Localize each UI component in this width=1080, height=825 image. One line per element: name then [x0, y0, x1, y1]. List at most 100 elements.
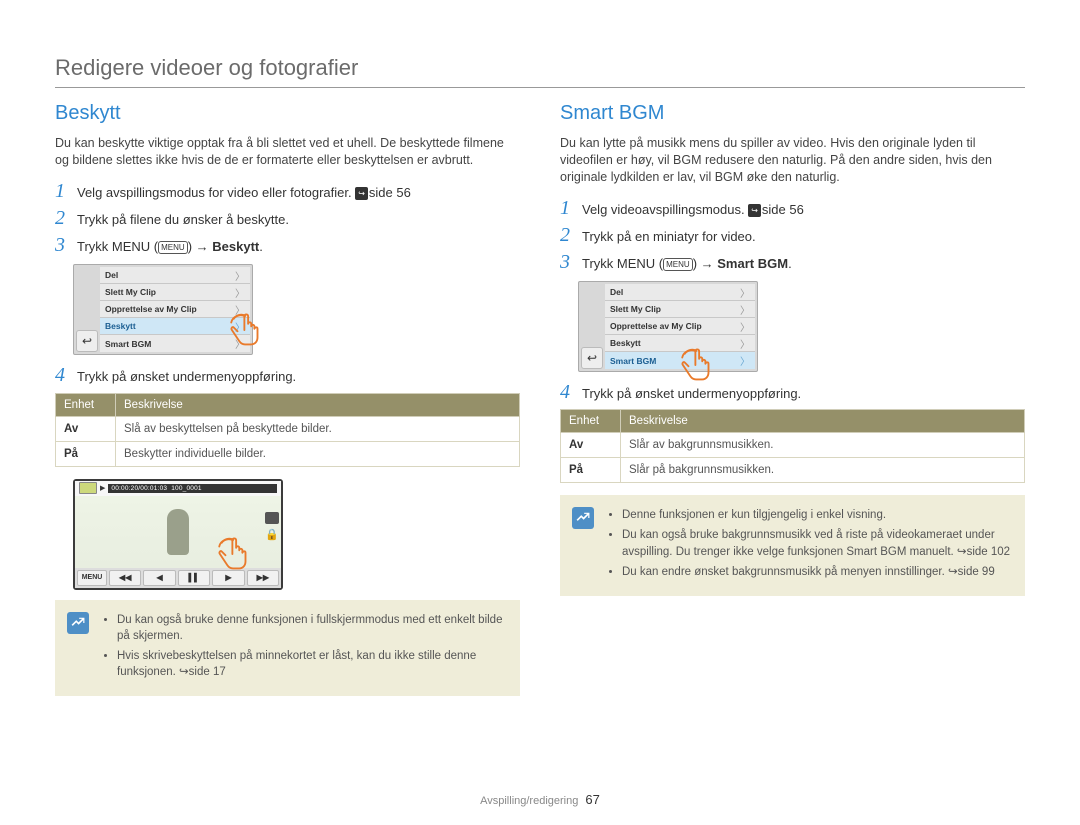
step-number: 3	[560, 252, 582, 272]
step-number: 1	[55, 181, 77, 201]
table-header: Enhet	[56, 393, 116, 416]
thumbnail-icon	[79, 482, 97, 494]
table-cell-key: På	[561, 458, 621, 483]
menu-badge: MENU	[158, 241, 188, 254]
note-box-smart-bgm: Denne funksjonen er kun tilgjengelig i e…	[560, 495, 1025, 595]
hand-pointer-icon	[225, 310, 265, 350]
step-3-left: 3 Trykk MENU (MENU) → Beskytt.	[55, 235, 520, 256]
step-number: 2	[55, 208, 77, 228]
intro-smart-bgm: Du kan lytte på musikk mens du spiller a…	[560, 135, 1025, 186]
step-number: 4	[560, 382, 582, 402]
note-icon	[67, 612, 89, 634]
player-screenshot: ▶ 00:00:20/00:01:03 100_0001 ▦ ALL 🔒 MEN…	[73, 479, 283, 590]
table-cell-val: Slår på bakgrunnsmusikken.	[621, 458, 1025, 483]
table-header: Beskrivelse	[116, 393, 520, 416]
chevron-right-icon: 〉	[740, 285, 750, 300]
page-footer: Avspilling/redigering 67	[0, 792, 1080, 807]
step-text: Trykk MENU (	[582, 256, 663, 271]
note-item: Du kan endre ønsket bakgrunnsmusikk på m…	[622, 564, 1011, 580]
menu-item-label: Opprettelse av My Clip	[105, 304, 197, 314]
menu-item[interactable]: Slett My Clip〉	[605, 301, 755, 318]
menu-item-label: Beskytt	[105, 321, 136, 331]
step-number: 3	[55, 235, 77, 255]
options-table-beskytt: EnhetBeskrivelse AvSlå av beskyttelsen p…	[55, 393, 520, 467]
heading-smart-bgm: Smart BGM	[560, 102, 1025, 125]
step-4-right: 4 Trykk på ønsket undermenyoppføring.	[560, 382, 1025, 403]
back-button[interactable]: ↩	[581, 347, 603, 369]
table-cell-val: Slår av bakgrunnsmusikken.	[621, 433, 1025, 458]
capture-icon[interactable]	[265, 512, 279, 524]
column-smart-bgm: Smart BGM Du kan lytte på musikk mens du…	[560, 102, 1025, 696]
note-item: Du kan også bruke bakgrunnsmusikk ved å …	[622, 527, 1011, 559]
menu-screenshot-smart-bgm: ↩ Del〉Slett My Clip〉Opprettelse av My Cl…	[578, 281, 758, 372]
rewind-button[interactable]: ◀◀	[109, 570, 141, 586]
table-row: PåBeskytter individuelle bilder.	[56, 441, 520, 466]
chevron-right-icon: 〉	[235, 285, 245, 300]
column-beskytt: Beskytt Du kan beskytte viktige opptak f…	[55, 102, 520, 696]
menu-item[interactable]: Del〉	[100, 267, 250, 284]
menu-item[interactable]: Del 〉	[605, 284, 755, 301]
footer-section: Avspilling/redigering	[480, 795, 578, 807]
note-item: Du kan også bruke denne funksjonen i ful…	[117, 612, 506, 644]
menu-item-label: Del	[105, 270, 118, 280]
table-header: Enhet	[561, 410, 621, 433]
step-target: Beskytt	[212, 239, 259, 254]
step-text: Trykk MENU (	[77, 239, 158, 254]
table-cell-key: Av	[561, 433, 621, 458]
player-menu-button[interactable]: MENU	[77, 570, 107, 586]
menu-item-label: Slett My Clip	[105, 287, 156, 297]
menu-item-label: Beskytt	[610, 338, 641, 348]
step-number: 2	[560, 225, 582, 245]
page-title: Redigere videoer og fotografier	[55, 55, 1025, 88]
step-tail: .	[788, 256, 792, 271]
xref-text: side 56	[369, 185, 411, 200]
menu-item[interactable]: Slett My Clip 〉	[100, 284, 250, 301]
table-row: AvSlår av bakgrunnsmusikken.	[561, 433, 1025, 458]
step-number: 1	[560, 198, 582, 218]
menu-item-label: Opprettelse av My Clip	[610, 321, 702, 331]
table-cell-val: Beskytter individuelle bilder.	[116, 441, 520, 466]
video-preview	[167, 509, 189, 555]
chevron-right-icon: 〉	[740, 336, 750, 351]
menu-item-label: Del	[610, 287, 623, 297]
hand-pointer-icon	[676, 345, 716, 385]
page-number: 67	[585, 792, 599, 807]
step-text: Velg avspillingsmodus for video eller fo…	[77, 185, 355, 200]
step-4-left: 4 Trykk på ønsket undermenyoppføring.	[55, 365, 520, 386]
step-number: 4	[55, 365, 77, 385]
table-header: Beskrivelse	[621, 410, 1025, 433]
step-text: Velg videoavspillingsmodus.	[582, 202, 748, 217]
step-2-right: 2 Trykk på en miniatyr for video.	[560, 225, 1025, 246]
step-1-right: 1 Velg videoavspillingsmodus. ↪side 56	[560, 198, 1025, 219]
note-item: Denne funksjonen er kun tilgjengelig i e…	[622, 507, 1011, 523]
step-text: )	[693, 256, 701, 271]
step-text: Trykk på ønsket undermenyoppføring.	[582, 382, 1025, 403]
step-1-left: 1 Velg avspillingsmodus for video eller …	[55, 181, 520, 202]
menu-screenshot-beskytt: ↩ Del〉 Slett My Clip 〉 Opprettelse av My Cl…	[73, 264, 253, 355]
back-button[interactable]: ↩	[76, 330, 98, 352]
step-tail: .	[259, 239, 263, 254]
step-text: Trykk på ønsket undermenyoppføring.	[77, 365, 520, 386]
xref-text: side 56	[762, 202, 804, 217]
prev-button[interactable]: ◀	[143, 570, 175, 586]
chevron-right-icon: 〉	[740, 319, 750, 334]
xref-icon: ↪	[748, 204, 761, 217]
step-2-left: 2 Trykk på filene du ønsker å beskytte.	[55, 208, 520, 229]
player-counter: 100_0001	[171, 485, 202, 492]
step-3-right: 3 Trykk MENU (MENU) → Smart BGM.	[560, 252, 1025, 273]
pause-button[interactable]: ▌▌	[178, 570, 210, 586]
menu-item-label: Slett My Clip	[610, 304, 661, 314]
menu-item[interactable]: Opprettelse av My Clip 〉	[605, 318, 755, 335]
note-icon	[572, 507, 594, 529]
note-box-beskytt: Du kan også bruke denne funksjonen i ful…	[55, 600, 520, 696]
hand-pointer-icon	[213, 534, 253, 574]
step-target: Smart BGM	[717, 256, 788, 271]
table-cell-val: Slå av beskyttelsen på beskyttede bilder…	[116, 416, 520, 441]
table-cell-key: På	[56, 441, 116, 466]
chevron-right-icon: 〉	[740, 353, 750, 368]
menu-item-label: Smart BGM	[610, 356, 656, 366]
step-text: Trykk på filene du ønsker å beskytte.	[77, 208, 520, 229]
heading-beskytt: Beskytt	[55, 102, 520, 125]
arrow-icon: →	[701, 256, 714, 271]
table-row: PåSlår på bakgrunnsmusikken.	[561, 458, 1025, 483]
